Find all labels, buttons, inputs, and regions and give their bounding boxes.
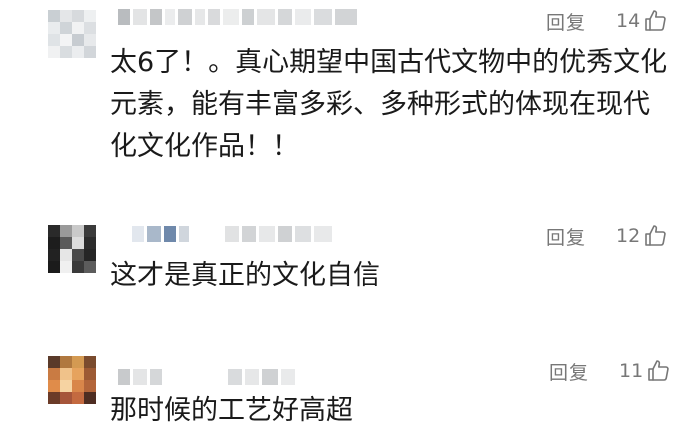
username[interactable] <box>118 6 357 28</box>
avatar[interactable] <box>48 225 96 273</box>
like-count: 12 <box>616 225 641 247</box>
thumbs-up-icon[interactable] <box>643 9 667 33</box>
comment-actions: 回复 11 <box>549 356 670 386</box>
reply-button[interactable]: 回复 <box>546 223 586 250</box>
username[interactable] <box>132 223 332 245</box>
comment-item: 回复 14 太6了！。真心期望中国古代文物中的优秀文化元素，能有丰富多彩、多种形… <box>0 0 700 190</box>
reply-button[interactable]: 回复 <box>546 8 586 35</box>
username[interactable] <box>118 366 295 388</box>
thumbs-up-icon[interactable] <box>646 359 670 383</box>
like-count: 11 <box>619 360 644 382</box>
avatar[interactable] <box>48 10 96 58</box>
like-count: 14 <box>616 10 641 32</box>
comment-item: 回复 11 那时候的工艺好高超 <box>0 350 700 443</box>
comment-actions: 回复 12 <box>546 221 667 251</box>
avatar[interactable] <box>48 356 96 404</box>
comment-text: 这才是真正的文化自信 <box>110 260 380 291</box>
comment-text: 太6了！。真心期望中国古代文物中的优秀文化元素，能有丰富多彩、多种形式的体现在现… <box>110 47 668 162</box>
reply-button[interactable]: 回复 <box>549 358 589 385</box>
comment-actions: 回复 14 <box>546 6 667 36</box>
comment-text: 那时候的工艺好高超 <box>110 395 353 426</box>
thumbs-up-icon[interactable] <box>643 224 667 248</box>
comment-item: 回复 12 这才是真正的文化自信 <box>0 215 700 325</box>
